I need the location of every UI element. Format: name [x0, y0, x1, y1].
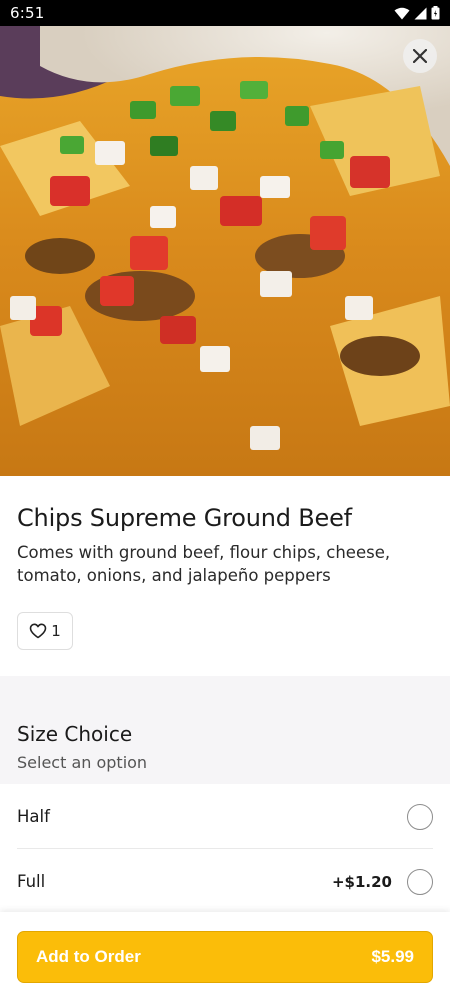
like-button[interactable]: 1 [17, 612, 73, 650]
radio-button[interactable] [407, 868, 433, 895]
add-to-order-button[interactable]: Add to Order $5.99 [17, 931, 433, 983]
option-label: Half [17, 807, 50, 826]
close-icon [413, 49, 427, 63]
wifi-icon [394, 7, 410, 19]
section-subtitle: Select an option [17, 753, 148, 772]
status-time: 6:51 [10, 4, 45, 22]
heart-icon [29, 623, 47, 639]
section-title: Size Choice [17, 722, 133, 746]
nachos-photo [0, 26, 450, 476]
option-half[interactable]: Half [0, 784, 450, 849]
add-to-order-label: Add to Order [36, 947, 141, 966]
item-description: Comes with ground beef, flour chips, che… [17, 543, 391, 585]
cell-signal-icon [414, 7, 427, 19]
like-count: 1 [51, 622, 61, 640]
option-price: +$1.20 [331, 872, 392, 891]
status-icons [394, 6, 440, 20]
battery-icon [431, 6, 440, 20]
item-details: Chips Supreme Ground Beef Comes with gro… [0, 476, 450, 676]
option-label: Full [17, 872, 46, 891]
status-bar: 6:51 [0, 0, 450, 26]
radio-button[interactable] [407, 803, 433, 830]
item-title: Chips Supreme Ground Beef [17, 504, 352, 532]
order-total: $5.99 [371, 947, 414, 966]
size-choice-header: Size Choice Select an option [0, 676, 450, 784]
option-full[interactable]: Full +$1.20 [0, 849, 450, 914]
item-photo [0, 26, 450, 476]
close-button[interactable] [403, 39, 437, 73]
